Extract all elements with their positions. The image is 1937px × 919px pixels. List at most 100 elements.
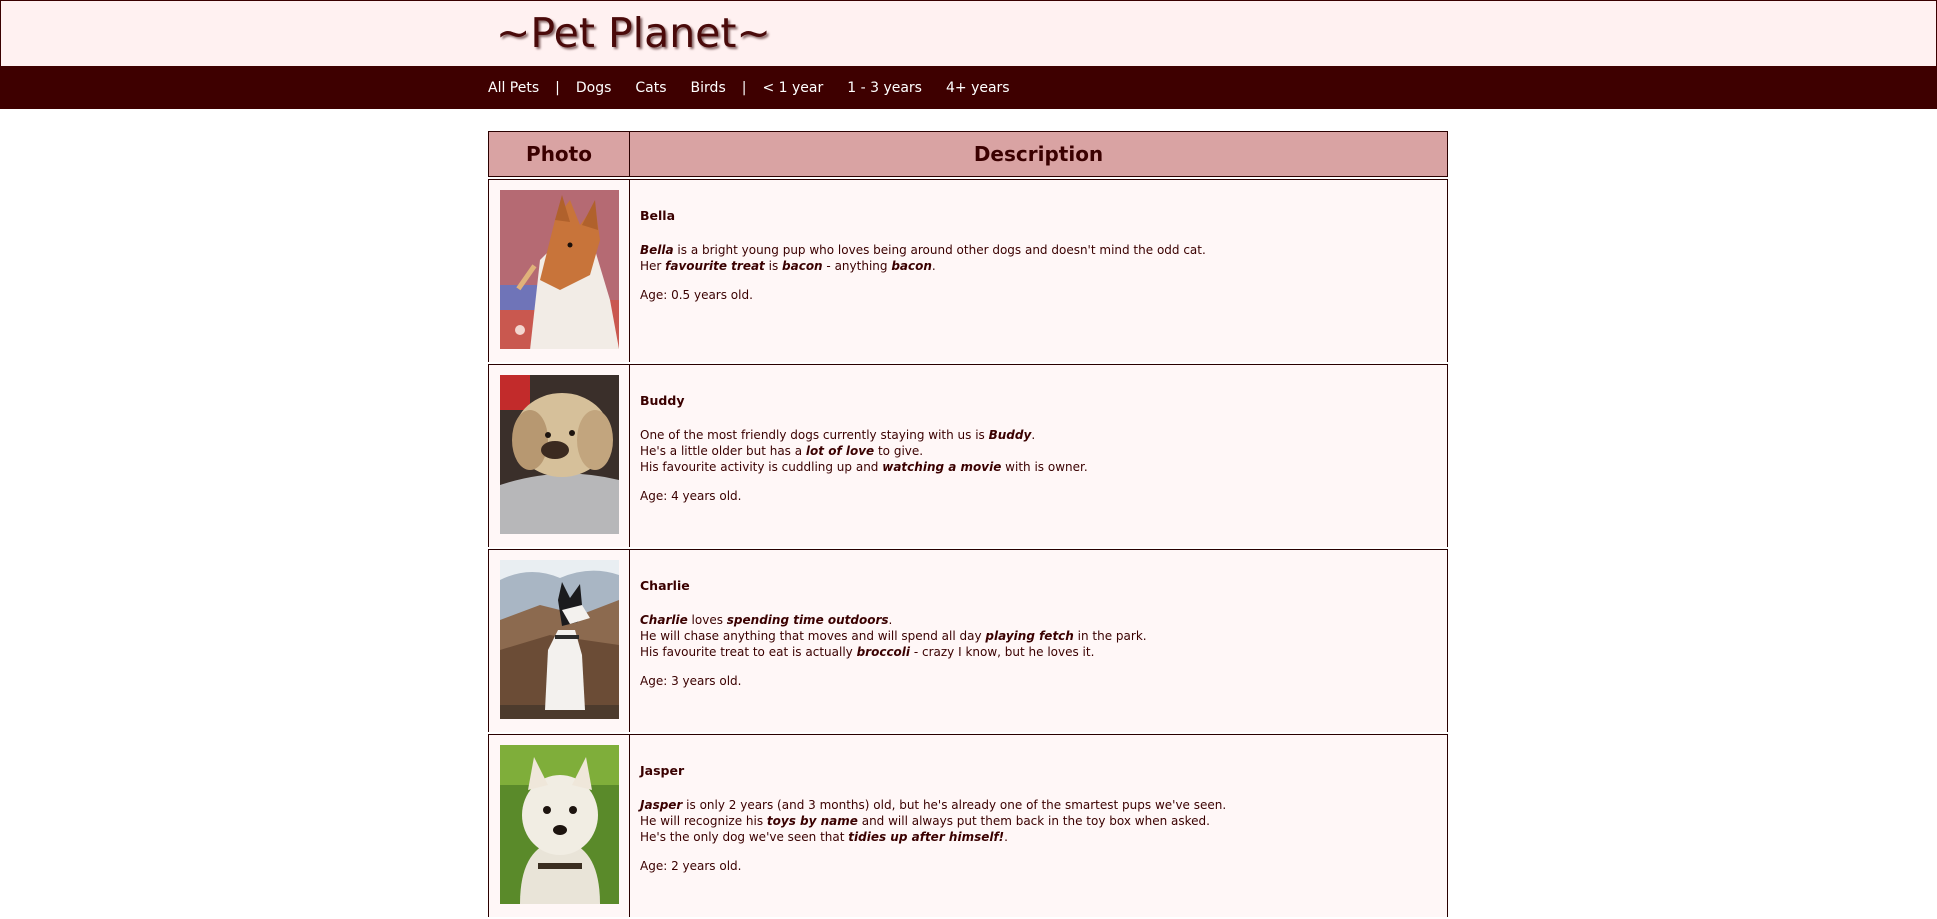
description-text: - crazy I know, but he loves it. — [910, 645, 1095, 659]
description-text: He's a little older but has a — [640, 444, 806, 458]
description-text: is only 2 years (and 3 months) old, but … — [682, 798, 1227, 812]
description-text: in the park. — [1073, 629, 1147, 643]
pet-photo — [499, 745, 619, 904]
pet-description-cell: Jasper Jasper is only 2 years (and 3 mont… — [629, 734, 1448, 917]
pet-photo-cell — [488, 179, 629, 362]
highlight-text: favourite treat — [665, 259, 765, 273]
table-header-row: Photo Description — [488, 131, 1448, 177]
nav-item-all-pets[interactable]: All Pets — [488, 80, 551, 96]
highlight-text: Bella — [640, 243, 674, 257]
pet-photo — [499, 190, 619, 349]
description-text: is — [764, 259, 783, 273]
highlight-text: watching a movie — [882, 460, 1002, 474]
pet-age: Age: 2 years old. — [640, 859, 742, 873]
table-row: Jasper Jasper is only 2 years (and 3 mont… — [488, 734, 1448, 917]
highlight-text: Buddy — [988, 428, 1032, 442]
pet-description-cell: Charlie Charlie loves spending time outdo… — [629, 549, 1448, 732]
nav-separator: | — [741, 79, 747, 96]
pet-age: Age: 4 years old. — [640, 489, 742, 503]
pet-age: Age: 0.5 years old. — [640, 288, 753, 302]
nav-item-dogs[interactable]: Dogs — [564, 80, 624, 96]
highlight-text: broccoli — [856, 645, 911, 659]
nav-link-1-3-years[interactable]: 1 - 3 years — [847, 80, 922, 96]
main-nav: All Pets | Dogs Cats Birds | < 1 year 1 … — [0, 66, 1937, 109]
nav-item-4-plus-years[interactable]: 4+ years — [934, 80, 1022, 96]
description-line: He will chase anything that moves and wi… — [640, 628, 1437, 644]
description-text: . — [1031, 428, 1036, 442]
nav-item-under-1-year[interactable]: < 1 year — [750, 80, 835, 96]
photo-column-header: Photo — [488, 131, 629, 177]
description-text: He will recognize his — [640, 814, 767, 828]
highlight-text: toys by name — [766, 814, 858, 828]
description-line: He's a little older but has a lot of lov… — [640, 443, 1437, 459]
pet-photo — [499, 375, 619, 534]
description-column-header: Description — [629, 131, 1448, 177]
description-text: loves — [687, 613, 727, 627]
nav-link-4-plus-years[interactable]: 4+ years — [946, 80, 1010, 96]
description-line: Her favourite treat is bacon - anything … — [640, 258, 1437, 274]
description-text: . — [1004, 830, 1008, 844]
pet-photo — [499, 560, 619, 719]
highlight-text: Jasper — [640, 798, 683, 812]
description-text: . — [888, 613, 893, 627]
description-text: - anything — [822, 259, 892, 273]
description-line: Charlie loves spending time outdoors. — [640, 612, 1437, 628]
pet-name: Bella — [640, 208, 676, 223]
description-line: Jasper is only 2 years (and 3 months) ol… — [640, 797, 1437, 813]
description-text: to give. — [874, 444, 924, 458]
pet-photo-cell — [488, 734, 629, 917]
description-text: is a bright young pup who loves being ar… — [673, 243, 1206, 257]
description-text: Her — [640, 259, 666, 273]
nav-list: All Pets | Dogs Cats Birds | < 1 year 1 … — [488, 66, 1022, 109]
table-row: Charlie Charlie loves spending time outdo… — [488, 549, 1448, 732]
description-line: He will recognize his toys by name and w… — [640, 813, 1437, 829]
highlight-text: lot of love — [805, 444, 875, 458]
dog-photo-charlie — [499, 560, 619, 719]
nav-link-under-1-year[interactable]: < 1 year — [762, 80, 823, 96]
nav-item-1-3-years[interactable]: 1 - 3 years — [835, 80, 934, 96]
highlight-text: bacon — [891, 259, 932, 273]
description-text: His favourite treat to eat is actually — [640, 645, 857, 659]
description-line: He's the only dog we've seen that tidies… — [640, 829, 1437, 845]
highlight-text: bacon — [782, 259, 823, 273]
dog-photo-jasper — [499, 745, 619, 904]
description-text: He will chase anything that moves and wi… — [640, 629, 986, 643]
nav-item-birds[interactable]: Birds — [679, 80, 738, 96]
highlight-text: Charlie — [640, 613, 688, 627]
highlight-text: spending time outdoors — [726, 613, 889, 627]
pet-photo-cell — [488, 549, 629, 732]
nav-item-cats[interactable]: Cats — [623, 80, 678, 96]
description-line: His favourite activity is cuddling up an… — [640, 459, 1437, 475]
pets-table: Photo Description Bella Bella is a bright… — [488, 129, 1448, 919]
description-line: His favourite treat to eat is actually b… — [640, 644, 1437, 660]
site-header: ~Pet Planet~ — [0, 0, 1937, 66]
pet-description: Buddy One of the most friendly dogs curre… — [630, 365, 1447, 504]
highlight-text: playing fetch — [985, 629, 1074, 643]
pet-name: Charlie — [640, 578, 690, 593]
description-text: His favourite activity is cuddling up an… — [640, 460, 883, 474]
pet-description-cell: Bella Bella is a bright young pup who lov… — [629, 179, 1448, 362]
description-text: He's the only dog we've seen that — [640, 830, 849, 844]
pet-description: Bella Bella is a bright young pup who lov… — [630, 180, 1447, 303]
dog-photo-buddy — [499, 375, 619, 534]
nav-link-dogs[interactable]: Dogs — [576, 80, 612, 96]
table-row: Bella Bella is a bright young pup who lov… — [488, 179, 1448, 362]
table-row: Buddy One of the most friendly dogs curre… — [488, 364, 1448, 547]
description-text: and will always put them back in the toy… — [857, 814, 1210, 828]
site-title: ~Pet Planet~ — [496, 9, 771, 57]
pet-rows: Bella Bella is a bright young pup who lov… — [488, 179, 1448, 917]
pet-name: Jasper — [640, 763, 685, 778]
description-line: One of the most friendly dogs currently … — [640, 427, 1437, 443]
pet-description: Charlie Charlie loves spending time outdo… — [630, 550, 1447, 689]
pet-age: Age: 3 years old. — [640, 674, 742, 688]
highlight-text: tidies up after himself! — [848, 830, 1005, 844]
description-text: . — [931, 259, 936, 273]
description-line: Bella is a bright young pup who loves be… — [640, 242, 1437, 258]
pet-description-cell: Buddy One of the most friendly dogs curre… — [629, 364, 1448, 547]
nav-link-cats[interactable]: Cats — [635, 80, 666, 96]
pet-name: Buddy — [640, 393, 685, 408]
description-text: One of the most friendly dogs currently … — [640, 428, 989, 442]
nav-link-all-pets[interactable]: All Pets — [488, 80, 539, 96]
nav-separator: | — [555, 79, 560, 96]
nav-link-birds[interactable]: Birds — [691, 80, 726, 96]
